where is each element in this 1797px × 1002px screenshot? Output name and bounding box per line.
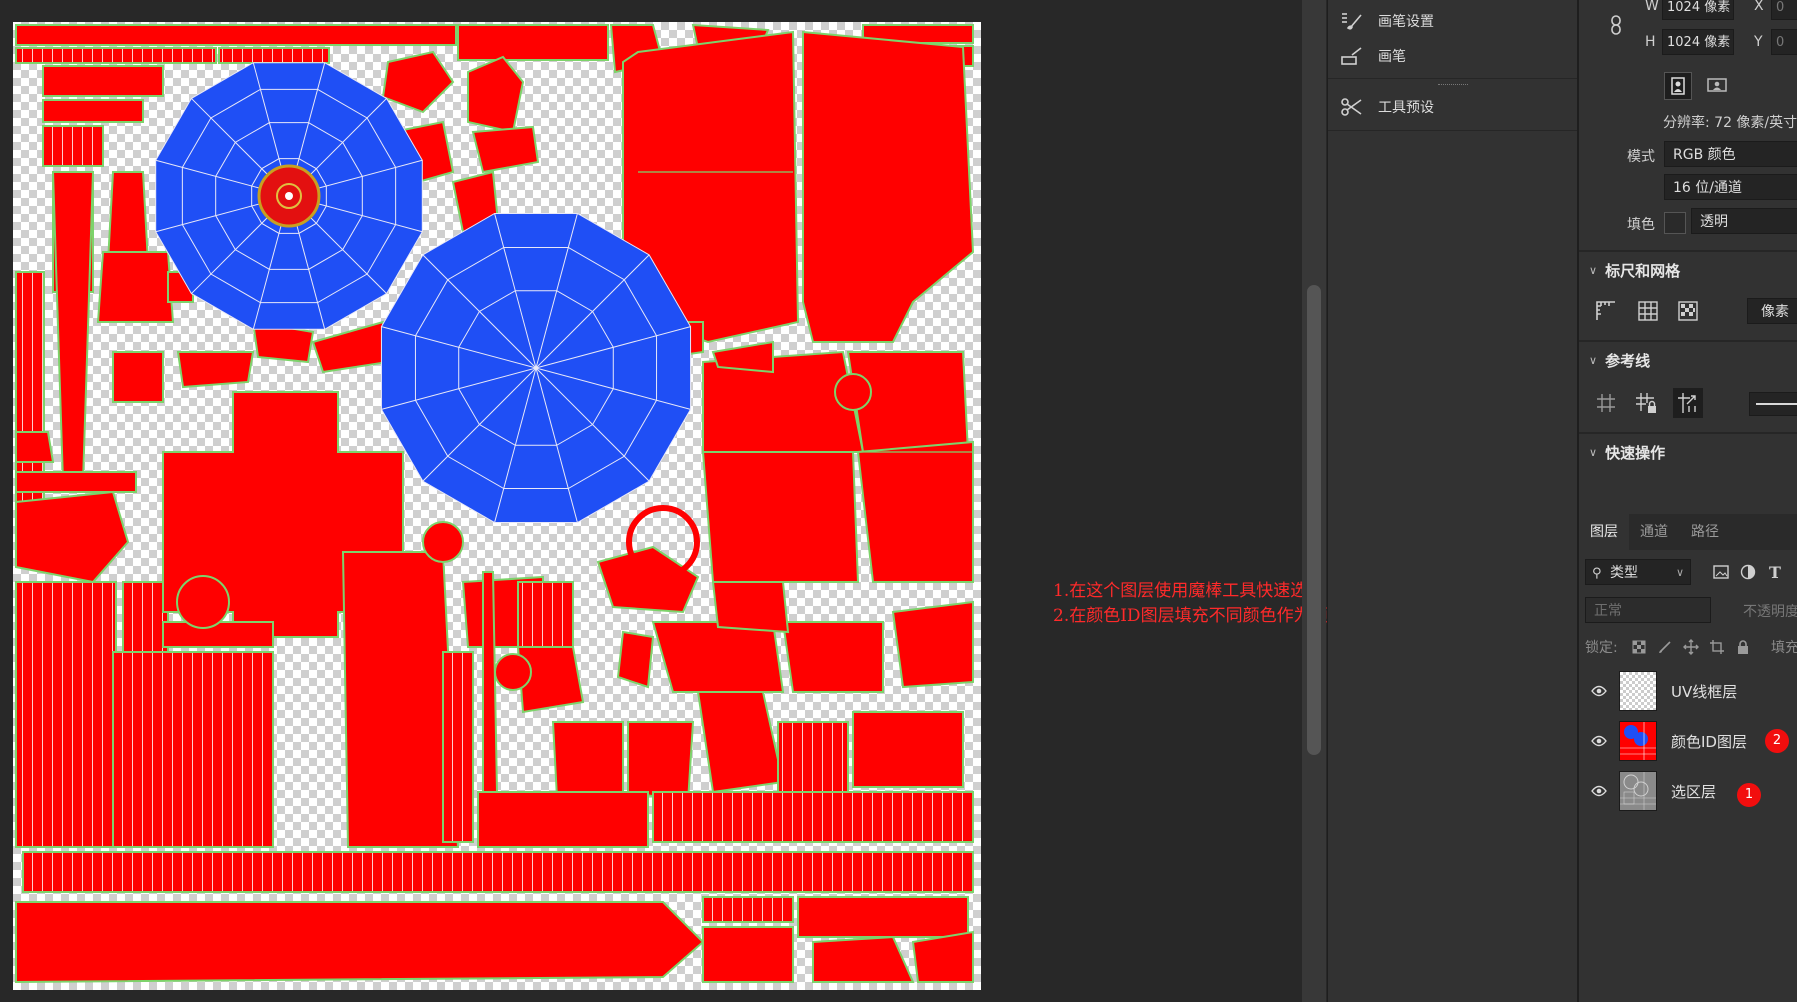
landscape-orientation-icon[interactable] bbox=[1704, 72, 1730, 98]
layer-name[interactable]: 选区层 bbox=[1671, 781, 1716, 802]
fill-label: 填色 bbox=[1627, 217, 1655, 233]
fill-opacity-label: 填充 bbox=[1771, 640, 1797, 656]
uv-layout-graphic bbox=[15, 23, 975, 984]
panel-divider bbox=[1328, 130, 1578, 131]
quick-actions-section-header[interactable]: ∨ 快速操作 bbox=[1589, 442, 1665, 463]
x-label: X bbox=[1754, 0, 1764, 14]
height-label: H bbox=[1645, 34, 1656, 50]
blend-mode-select[interactable]: 正常 bbox=[1585, 597, 1711, 623]
annotation-line-1: 1.在这个图层使用魔棒工具快速选区 bbox=[1053, 581, 1325, 601]
panel-brushes[interactable]: 画笔 bbox=[1328, 39, 1578, 73]
section-divider bbox=[1579, 250, 1797, 252]
fill-select[interactable]: 透明 bbox=[1691, 208, 1797, 234]
layer-row[interactable]: 选区层 bbox=[1579, 766, 1797, 816]
visibility-eye-icon[interactable] bbox=[1579, 735, 1619, 747]
layer-name[interactable]: UV线框层 bbox=[1671, 681, 1737, 702]
layer-filter-select[interactable]: ⚲ 类型 ∨ bbox=[1585, 559, 1691, 585]
portrait-orientation-icon[interactable] bbox=[1664, 72, 1692, 100]
tab-paths[interactable]: 路径 bbox=[1679, 514, 1731, 550]
scrollbar-thumb[interactable] bbox=[1307, 285, 1321, 755]
pixel-grid-icon[interactable] bbox=[1675, 298, 1701, 324]
grid-icon[interactable] bbox=[1635, 298, 1661, 324]
y-field[interactable]: 0 bbox=[1771, 29, 1797, 55]
guides-title: 参考线 bbox=[1605, 352, 1651, 370]
layer-row[interactable]: UV线框层 bbox=[1579, 666, 1797, 716]
tab-channels[interactable]: 通道 bbox=[1629, 514, 1679, 550]
chevron-down-icon: ∨ bbox=[1589, 264, 1598, 277]
lock-position-icon[interactable] bbox=[1678, 634, 1704, 660]
pixel-layer-filter-icon[interactable] bbox=[1708, 559, 1734, 585]
fill-swatch[interactable] bbox=[1664, 212, 1686, 234]
lock-all-icon[interactable] bbox=[1730, 634, 1756, 660]
opacity-label: 不透明度 bbox=[1743, 604, 1797, 620]
section-divider bbox=[1579, 340, 1797, 342]
canvas-vertical-scrollbar[interactable] bbox=[1302, 0, 1326, 1002]
lock-artboard-icon[interactable] bbox=[1704, 634, 1730, 660]
rulers-grids-title: 标尺和网格 bbox=[1605, 262, 1681, 280]
panel-grip[interactable] bbox=[1438, 84, 1468, 87]
color-mode-select[interactable]: RGB 颜色 bbox=[1664, 141, 1797, 167]
lock-guides-icon[interactable] bbox=[1633, 390, 1659, 416]
lock-pixels-icon[interactable] bbox=[1652, 634, 1678, 660]
panel-divider bbox=[1328, 78, 1578, 79]
type-layer-filter-icon[interactable]: T bbox=[1762, 559, 1788, 585]
chevron-down-icon: ∨ bbox=[1589, 354, 1598, 367]
search-icon: ⚲ bbox=[1592, 566, 1602, 581]
lock-transparency-icon[interactable] bbox=[1626, 634, 1652, 660]
width-label: W bbox=[1645, 0, 1659, 14]
layer-thumbnail bbox=[1619, 721, 1657, 761]
brush-icon bbox=[1338, 45, 1366, 67]
filter-kind-label: 类型 bbox=[1609, 565, 1638, 581]
brush-settings-icon bbox=[1338, 10, 1366, 32]
panel-brush-settings[interactable]: 画笔设置 bbox=[1328, 4, 1578, 38]
y-label: Y bbox=[1754, 34, 1763, 50]
chevron-down-icon: ∨ bbox=[1675, 566, 1684, 579]
ruler-icon[interactable] bbox=[1593, 298, 1619, 324]
guides-grid-icon[interactable] bbox=[1593, 390, 1619, 416]
document-canvas-area[interactable]: 1.在这个图层使用魔棒工具快速选区 2.在颜色ID图层填充不同颜色作为颜色区分 bbox=[0, 0, 1379, 1002]
layer-name[interactable]: 颜色ID图层 bbox=[1671, 731, 1747, 752]
visibility-eye-icon[interactable] bbox=[1579, 785, 1619, 797]
layer-thumbnail bbox=[1619, 771, 1657, 811]
uv-texture-canvas[interactable] bbox=[13, 22, 981, 990]
tool-presets-icon bbox=[1338, 96, 1366, 118]
brushes-label: 画笔 bbox=[1378, 49, 1406, 65]
mode-label: 模式 bbox=[1627, 149, 1655, 165]
step-badge: 1 bbox=[1737, 783, 1761, 807]
quick-actions-title: 快速操作 bbox=[1605, 444, 1666, 462]
panel-tool-presets[interactable]: 工具预设 bbox=[1328, 90, 1578, 124]
properties-and-layers-panel: W 1024 像素 X 0 H 1024 像素 Y 0 分辨率: 72 像素/英… bbox=[1577, 0, 1797, 1002]
rulers-grids-section-header[interactable]: ∨ 标尺和网格 bbox=[1589, 260, 1680, 281]
bit-depth-select[interactable]: 16 位/通道 bbox=[1664, 174, 1797, 200]
width-field[interactable]: 1024 像素 bbox=[1662, 0, 1734, 20]
height-field[interactable]: 1024 像素 bbox=[1662, 29, 1734, 55]
chevron-down-icon: ∨ bbox=[1589, 446, 1598, 459]
lock-label: 锁定: bbox=[1585, 640, 1618, 656]
resolution-text: 分辨率: 72 像素/英寸 bbox=[1663, 115, 1797, 131]
smart-guides-icon[interactable] bbox=[1673, 388, 1703, 418]
visibility-eye-icon[interactable] bbox=[1579, 685, 1619, 697]
layers-panel-tabs: 图层 通道 路径 bbox=[1579, 514, 1797, 550]
guides-section-header[interactable]: ∨ 参考线 bbox=[1589, 350, 1650, 371]
ruler-unit-select[interactable]: 像素 bbox=[1747, 298, 1797, 324]
tool-presets-label: 工具预设 bbox=[1378, 100, 1434, 116]
step-badge: 2 bbox=[1765, 729, 1789, 753]
tab-layers[interactable]: 图层 bbox=[1579, 514, 1629, 550]
x-field[interactable]: 0 bbox=[1771, 0, 1797, 20]
guide-color-select[interactable] bbox=[1749, 392, 1797, 416]
section-divider bbox=[1579, 432, 1797, 434]
brush-settings-label: 画笔设置 bbox=[1378, 14, 1434, 30]
collapsed-panels-dock: 画笔设置 画笔 工具预设 bbox=[1327, 0, 1578, 1002]
link-dimensions-icon[interactable] bbox=[1603, 12, 1629, 38]
adjustment-layer-filter-icon[interactable] bbox=[1735, 559, 1761, 585]
layer-thumbnail bbox=[1619, 671, 1657, 711]
